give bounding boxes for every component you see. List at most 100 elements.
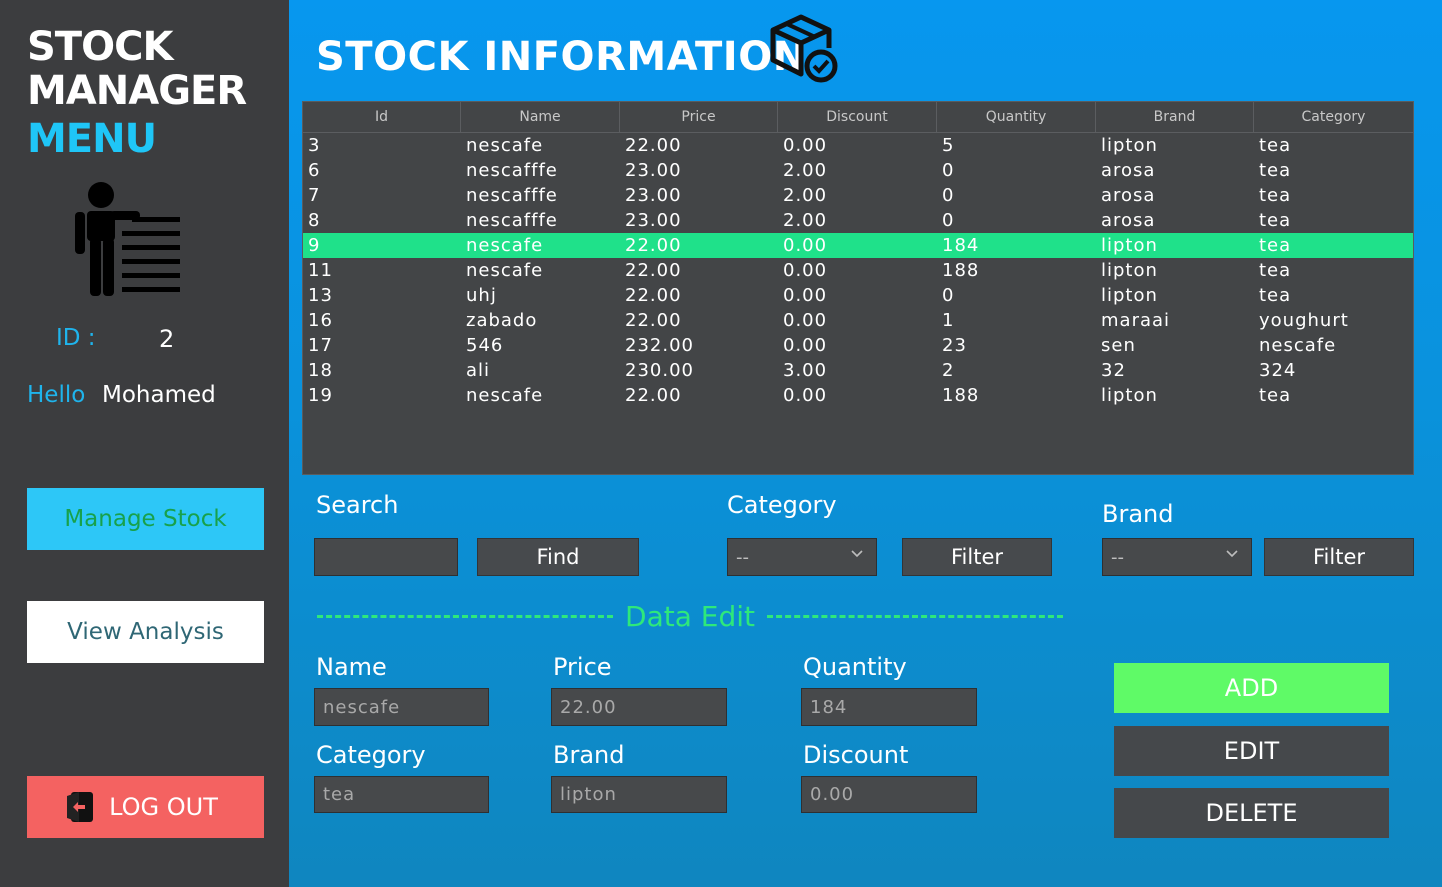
user-id-value: 2: [159, 325, 175, 353]
cell-name: nescafffe: [466, 185, 558, 206]
cell-price: 23.00: [625, 210, 682, 231]
cell-discount: 2.00: [783, 210, 828, 231]
table-row[interactable]: 3 nescafe 22.00 0.00 5 lipton tea: [303, 133, 1413, 158]
column-header-discount[interactable]: Discount: [778, 102, 937, 132]
cell-discount: 0.00: [783, 335, 828, 356]
price-field[interactable]: 22.00: [551, 688, 727, 726]
cell-id: 8: [308, 210, 321, 231]
stock-table[interactable]: Id Name Price Discount Quantity Brand Ca…: [302, 101, 1414, 475]
category-select[interactable]: --: [727, 538, 877, 576]
cell-quantity: 0: [942, 285, 955, 306]
quantity-field[interactable]: 184: [801, 688, 977, 726]
category-filter-button[interactable]: Filter: [902, 538, 1052, 576]
price-label: Price: [553, 653, 612, 681]
discount-field[interactable]: 0.00: [801, 776, 977, 813]
column-header-brand[interactable]: Brand: [1096, 102, 1254, 132]
cell-category: 324: [1259, 360, 1297, 381]
cell-name: nescafe: [466, 235, 544, 256]
table-row[interactable]: 6 nescafffe 23.00 2.00 0 arosa tea: [303, 158, 1413, 183]
view-analysis-button[interactable]: View Analysis: [27, 601, 264, 663]
table-row[interactable]: 16 zabado 22.00 0.00 1 maraai youghurt: [303, 308, 1413, 333]
cell-quantity: 188: [942, 385, 980, 406]
brand-select[interactable]: --: [1102, 538, 1252, 576]
cell-id: 19: [308, 385, 333, 406]
table-row[interactable]: 13 uhj 22.00 0.00 0 lipton tea: [303, 283, 1413, 308]
cell-name: nescafffe: [466, 160, 558, 181]
brand-field[interactable]: lipton: [551, 776, 727, 813]
name-field[interactable]: nescafe: [314, 688, 489, 726]
cell-category: tea: [1259, 210, 1292, 231]
add-button[interactable]: ADD: [1114, 663, 1389, 713]
data-edit-divider: Data Edit: [317, 598, 1064, 634]
cell-category: tea: [1259, 260, 1292, 281]
cell-brand: lipton: [1101, 135, 1158, 156]
cell-name: 546: [466, 335, 504, 356]
cell-brand: arosa: [1101, 185, 1156, 206]
logout-label: LOG OUT: [109, 793, 218, 821]
cell-quantity: 0: [942, 210, 955, 231]
cell-price: 22.00: [625, 385, 682, 406]
cell-price: 232.00: [625, 335, 694, 356]
cell-id: 11: [308, 260, 333, 281]
cell-quantity: 5: [942, 135, 955, 156]
cell-discount: 0.00: [783, 135, 828, 156]
main-panel: STOCK INFORMATION Id Name Price Discount…: [289, 0, 1442, 887]
dashed-line-left: [317, 614, 614, 618]
cell-brand: lipton: [1101, 260, 1158, 281]
app-title-line-2: MANAGER: [27, 68, 247, 114]
cell-discount: 0.00: [783, 310, 828, 331]
logout-button[interactable]: LOG OUT: [27, 776, 264, 838]
column-header-name[interactable]: Name: [461, 102, 620, 132]
table-row[interactable]: 18 ali 230.00 3.00 2 32 324: [303, 358, 1413, 383]
edit-button[interactable]: EDIT: [1114, 726, 1389, 776]
table-row[interactable]: 11 nescafe 22.00 0.00 188 lipton tea: [303, 258, 1413, 283]
cell-category: nescafe: [1259, 335, 1337, 356]
cell-price: 22.00: [625, 260, 682, 281]
column-header-quantity[interactable]: Quantity: [937, 102, 1096, 132]
table-row[interactable]: 8 nescafffe 23.00 2.00 0 arosa tea: [303, 208, 1413, 233]
cell-brand: 32: [1101, 360, 1126, 381]
manage-stock-button[interactable]: Manage Stock: [27, 488, 264, 550]
table-row[interactable]: 9 nescafe 22.00 0.00 184 lipton tea: [303, 233, 1413, 258]
cell-brand: lipton: [1101, 235, 1158, 256]
column-header-id[interactable]: Id: [303, 102, 461, 132]
person-list-icon: [75, 182, 180, 296]
category-field[interactable]: tea: [314, 776, 489, 813]
quantity-label: Quantity: [803, 653, 907, 681]
cell-price: 22.00: [625, 235, 682, 256]
brand-filter-label: Brand: [1102, 500, 1174, 528]
name-label: Name: [316, 653, 387, 681]
sidebar: STOCK MANAGER MENU ID : 2 Hello Mohamed …: [0, 0, 289, 887]
cell-name: zabado: [466, 310, 538, 331]
cell-name: nescafe: [466, 260, 544, 281]
cell-brand: arosa: [1101, 160, 1156, 181]
cell-id: 17: [308, 335, 333, 356]
category-select-value: --: [736, 546, 749, 568]
table-row[interactable]: 7 nescafffe 23.00 2.00 0 arosa tea: [303, 183, 1413, 208]
cell-name: nescafffe: [466, 210, 558, 231]
search-input[interactable]: [314, 538, 458, 576]
table-row[interactable]: 17 546 232.00 0.00 23 sen nescafe: [303, 333, 1413, 358]
cell-price: 22.00: [625, 135, 682, 156]
cell-name: nescafe: [466, 135, 544, 156]
cell-quantity: 0: [942, 160, 955, 181]
cell-quantity: 0: [942, 185, 955, 206]
cell-discount: 2.00: [783, 185, 828, 206]
cell-brand: arosa: [1101, 210, 1156, 231]
column-header-category[interactable]: Category: [1254, 102, 1413, 132]
cell-id: 9: [308, 235, 321, 256]
column-header-price[interactable]: Price: [620, 102, 778, 132]
table-header: Id Name Price Discount Quantity Brand Ca…: [303, 102, 1413, 133]
cell-category: tea: [1259, 285, 1292, 306]
category-label: Category: [316, 741, 426, 769]
cell-price: 23.00: [625, 185, 682, 206]
cell-brand: lipton: [1101, 385, 1158, 406]
cell-quantity: 23: [942, 335, 967, 356]
cell-discount: 0.00: [783, 285, 828, 306]
delete-button[interactable]: DELETE: [1114, 788, 1389, 838]
cell-quantity: 184: [942, 235, 980, 256]
search-label: Search: [316, 491, 399, 519]
find-button[interactable]: Find: [477, 538, 639, 576]
brand-filter-button[interactable]: Filter: [1264, 538, 1414, 576]
table-row[interactable]: 19 nescafe 22.00 0.00 188 lipton tea: [303, 383, 1413, 408]
